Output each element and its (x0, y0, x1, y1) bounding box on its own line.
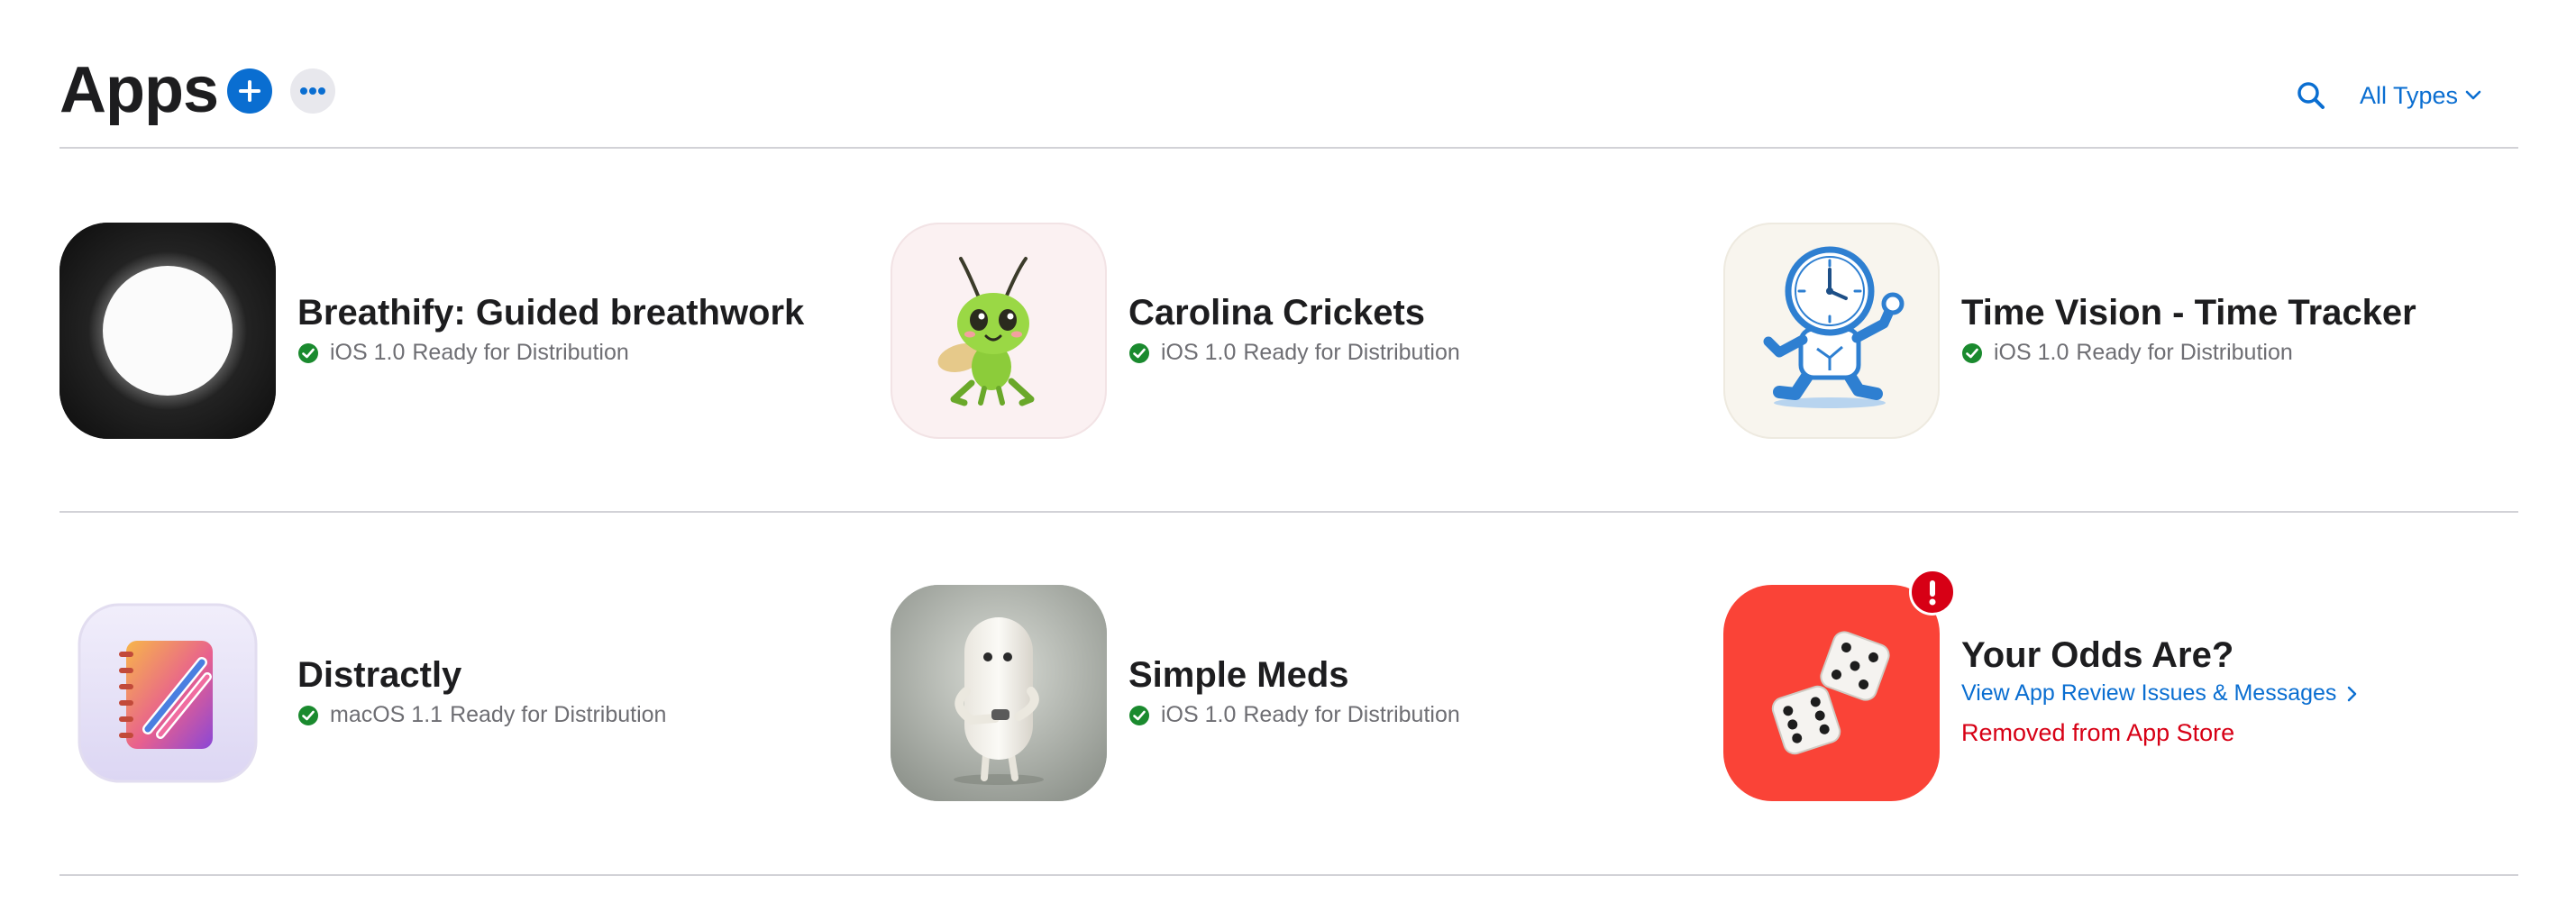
time-vision-app-icon[interactable] (1723, 223, 1940, 439)
distractly-app-icon[interactable] (59, 585, 276, 801)
search-icon (2297, 82, 2325, 109)
app-name[interactable]: Breathify: Guided breathwork (297, 291, 804, 334)
app-name[interactable]: Carolina Crickets (1128, 291, 1460, 334)
app-platform-version: iOS 1.0 (1994, 340, 2069, 365)
checkmark-circle-icon (1962, 342, 1982, 363)
app-status: iOS 1.0 Ready for Distribution (297, 340, 804, 366)
app-info: Carolina Crickets iOS 1.0 Ready for Dist… (1128, 291, 1460, 366)
app-card-distractly[interactable]: Distractly macOS 1.1 Ready for Distribut… (59, 585, 835, 801)
checkmark-circle-icon (298, 342, 318, 363)
page-title: Apps (59, 54, 219, 126)
app-status-text: Ready for Distribution (450, 702, 667, 727)
running-clock-icon (1763, 246, 1905, 408)
app-status-text: Ready for Distribution (2076, 340, 2293, 365)
apps-row: Distractly macOS 1.1 Ready for Distribut… (59, 513, 2518, 876)
search-button[interactable] (2295, 79, 2327, 112)
checkmark-circle-icon (298, 705, 318, 725)
app-platform-version: macOS 1.1 (330, 702, 443, 727)
app-platform-version: iOS 1.0 (330, 340, 406, 365)
app-status: iOS 1.0 Ready for Distribution (1961, 340, 2416, 366)
app-status-text: Ready for Distribution (1243, 702, 1460, 727)
page-header: Apps All Types (59, 0, 2518, 149)
app-info: Simple Meds iOS 1.0 Ready for Distributi… (1128, 653, 1460, 728)
cricket-icon (937, 257, 1035, 406)
app-name[interactable]: Simple Meds (1128, 653, 1460, 697)
app-name[interactable]: Distractly (297, 653, 666, 697)
chevron-right-icon (2348, 686, 2357, 701)
apps-page: Apps All Types Breathify: Guided breathw… (59, 0, 2518, 912)
exclamation-icon (1929, 580, 1936, 606)
breathify-app-icon[interactable] (59, 223, 276, 439)
dice-icon (1771, 631, 1890, 755)
app-name[interactable]: Time Vision - Time Tracker (1961, 291, 2416, 334)
checkmark-circle-icon (1129, 342, 1149, 363)
pill-character-icon (891, 585, 1107, 801)
app-platform-version: iOS 1.0 (1161, 340, 1237, 365)
add-app-button[interactable] (227, 68, 272, 114)
ellipsis-icon (300, 87, 325, 95)
type-filter-dropdown[interactable]: All Types (2360, 79, 2481, 112)
app-card-simple-meds[interactable]: Simple Meds iOS 1.0 Ready for Distributi… (891, 585, 1666, 801)
app-card-your-odds-are[interactable]: Your Odds Are? View App Review Issues & … (1723, 569, 2498, 801)
your-odds-are-app-icon[interactable] (1723, 585, 1940, 801)
carolina-crickets-app-icon[interactable] (891, 223, 1107, 439)
app-card-breathify[interactable]: Breathify: Guided breathwork iOS 1.0 Rea… (59, 223, 835, 439)
app-info: Time Vision - Time Tracker iOS 1.0 Ready… (1961, 291, 2416, 366)
app-status: iOS 1.0 Ready for Distribution (1128, 702, 1460, 728)
review-link-label: View App Review Issues & Messages (1961, 680, 2337, 706)
notebook-pencil-icon (78, 603, 258, 783)
more-options-button[interactable] (290, 68, 335, 114)
app-info: Distractly macOS 1.1 Ready for Distribut… (297, 653, 666, 728)
app-card-time-vision[interactable]: Time Vision - Time Tracker iOS 1.0 Ready… (1723, 223, 2498, 439)
app-name[interactable]: Your Odds Are? (1961, 634, 2358, 677)
removed-status-text: Removed from App Store (1961, 719, 2235, 746)
app-status: iOS 1.0 Ready for Distribution (1128, 340, 1460, 366)
app-status-text: Ready for Distribution (412, 340, 629, 365)
apps-row: Breathify: Guided breathwork iOS 1.0 Rea… (59, 149, 2518, 513)
app-status: macOS 1.1 Ready for Distribution (297, 702, 666, 728)
chevron-down-icon (2465, 90, 2481, 100)
alert-badge (1909, 569, 1956, 616)
view-app-review-issues-link[interactable]: View App Review Issues & Messages (1961, 680, 2358, 707)
type-filter-label: All Types (2360, 81, 2459, 109)
simple-meds-app-icon[interactable] (891, 585, 1107, 801)
app-info: Breathify: Guided breathwork iOS 1.0 Rea… (297, 291, 804, 366)
white-circle-icon (59, 223, 276, 439)
checkmark-circle-icon (1129, 705, 1149, 725)
app-platform-version: iOS 1.0 (1161, 702, 1237, 727)
plus-icon (239, 80, 260, 102)
app-status-text: Ready for Distribution (1243, 340, 1460, 365)
app-card-carolina-crickets[interactable]: Carolina Crickets iOS 1.0 Ready for Dist… (891, 223, 1666, 439)
app-info: Your Odds Are? View App Review Issues & … (1961, 634, 2358, 747)
